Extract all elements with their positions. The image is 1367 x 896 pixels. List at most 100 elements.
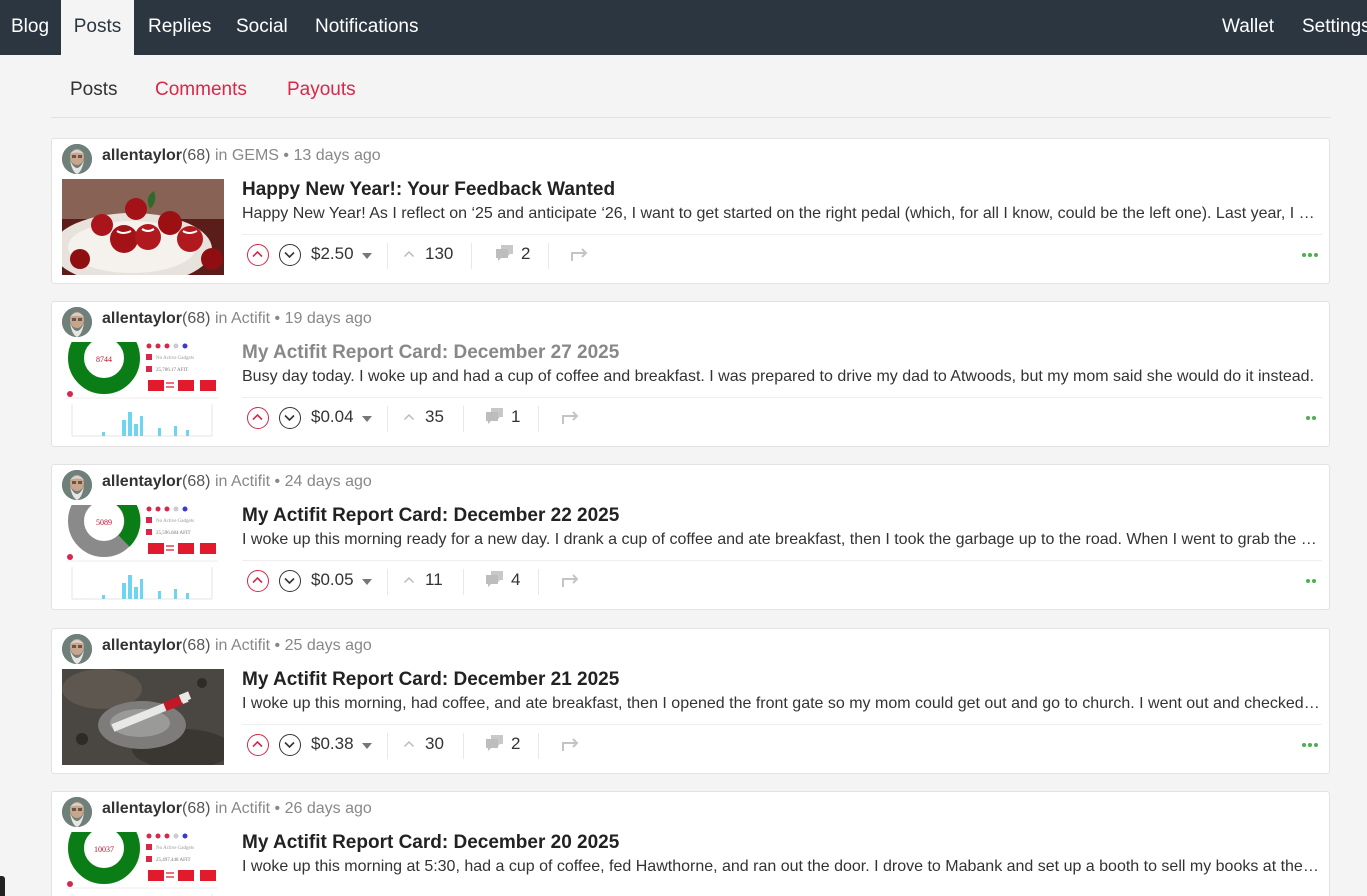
post-excerpt[interactable]: I woke up this morning at 5:30, had a cu… xyxy=(242,858,1322,876)
tab-payouts[interactable]: Payouts xyxy=(287,79,356,101)
votes-icon xyxy=(403,740,415,748)
steps-count: 8744 xyxy=(96,355,112,364)
chevron-down-icon xyxy=(284,251,295,259)
more-options-icon[interactable] xyxy=(1302,251,1322,259)
post-author[interactable]: allentaylor xyxy=(102,800,182,817)
post-excerpt[interactable]: Busy day today. I woke up and had a cup … xyxy=(242,368,1322,386)
nav-social[interactable]: Social xyxy=(236,0,288,55)
payout-dropdown-icon[interactable] xyxy=(362,416,372,422)
post-thumbnail[interactable]: 8744 No Active Gadgets 25,706.17 AFIT xyxy=(62,342,224,438)
payout-value[interactable]: $0.05 xyxy=(311,570,354,590)
post-title[interactable]: My Actifit Report Card: December 20 2025 xyxy=(242,832,619,854)
comments-icon xyxy=(496,245,513,261)
upvote-button[interactable] xyxy=(247,570,269,592)
vote-count[interactable]: 11 xyxy=(403,570,443,590)
post-thumbnail[interactable]: 5089 No Active Gadgets 25,596.684 AFIT xyxy=(62,505,224,601)
bullet-separator: • xyxy=(274,310,281,327)
svg-text:25,497.448 AFIT: 25,497.448 AFIT xyxy=(156,858,191,863)
author-reputation: (68) xyxy=(182,147,211,164)
nav-blog[interactable]: Blog xyxy=(0,0,60,55)
top-navigation: Blog Posts Replies Social Notifications … xyxy=(0,0,1367,55)
payout-value[interactable]: $0.38 xyxy=(311,734,354,754)
more-options-icon[interactable] xyxy=(1302,577,1322,585)
nav-posts[interactable]: Posts xyxy=(61,0,134,55)
comment-count-value: 2 xyxy=(521,244,531,263)
avatar[interactable] xyxy=(62,634,92,664)
more-options-icon[interactable] xyxy=(1302,414,1322,422)
nav-wallet[interactable]: Wallet xyxy=(1222,0,1274,55)
payout-value[interactable]: $0.04 xyxy=(311,407,354,427)
avatar[interactable] xyxy=(62,470,92,500)
post-age[interactable]: 24 days ago xyxy=(285,473,372,490)
post-meta: allentaylor(68) in Actifit • 24 days ago xyxy=(102,473,372,491)
payout-value[interactable]: $2.50 xyxy=(311,244,354,264)
comment-count[interactable]: 2 xyxy=(495,244,530,264)
chevron-down-icon xyxy=(284,414,295,422)
post-community[interactable]: Actifit xyxy=(231,800,270,817)
post-thumbnail[interactable] xyxy=(62,669,224,765)
post-title[interactable]: My Actifit Report Card: December 22 2025 xyxy=(242,505,619,527)
author-reputation: (68) xyxy=(182,310,211,327)
post-community[interactable]: Actifit xyxy=(231,637,270,654)
reblog-button[interactable] xyxy=(570,247,590,268)
vote-count[interactable]: 130 xyxy=(403,244,453,264)
post-author[interactable]: allentaylor xyxy=(102,310,182,327)
reblog-button[interactable] xyxy=(561,737,581,758)
upvote-button[interactable] xyxy=(247,734,269,756)
post-author[interactable]: allentaylor xyxy=(102,473,182,490)
post-card: allentaylor(68) in Actifit • 19 days ago… xyxy=(51,301,1330,447)
more-options-icon[interactable] xyxy=(1302,741,1322,749)
downvote-button[interactable] xyxy=(279,570,301,592)
upvote-button[interactable] xyxy=(247,244,269,266)
reblog-button[interactable] xyxy=(561,410,581,431)
post-title[interactable]: My Actifit Report Card: December 27 2025 xyxy=(242,342,619,364)
payout-dropdown-icon[interactable] xyxy=(362,743,372,749)
post-thumbnail[interactable]: 10037 No Active Gadgets 25,497.448 AFIT xyxy=(62,832,224,896)
in-label: in xyxy=(214,310,228,327)
avatar[interactable] xyxy=(62,797,92,827)
post-age[interactable]: 19 days ago xyxy=(285,310,372,327)
vote-count[interactable]: 35 xyxy=(403,407,444,427)
nav-replies[interactable]: Replies xyxy=(148,0,211,55)
downvote-button[interactable] xyxy=(279,244,301,266)
comment-count[interactable]: 4 xyxy=(485,570,520,590)
post-age[interactable]: 26 days ago xyxy=(285,800,372,817)
post-excerpt[interactable]: I woke up this morning ready for a new d… xyxy=(242,531,1322,549)
post-community[interactable]: Actifit xyxy=(231,310,270,327)
post-author[interactable]: allentaylor xyxy=(102,147,182,164)
chevron-up-icon xyxy=(252,413,263,421)
post-age[interactable]: 25 days ago xyxy=(285,637,372,654)
votes-icon xyxy=(403,250,415,258)
post-excerpt[interactable]: I woke up this morning, had coffee, and … xyxy=(242,695,1322,713)
post-community[interactable]: Actifit xyxy=(231,473,270,490)
post-card: allentaylor(68) in Actifit • 25 days ago… xyxy=(51,628,1330,774)
payout-dropdown-icon[interactable] xyxy=(362,579,372,585)
comment-count[interactable]: 1 xyxy=(485,407,520,427)
post-age[interactable]: 13 days ago xyxy=(293,147,380,164)
post-community[interactable]: GEMS xyxy=(232,147,279,164)
downvote-button[interactable] xyxy=(279,734,301,756)
tab-posts[interactable]: Posts xyxy=(70,79,118,101)
svg-text:25,706.17 AFIT: 25,706.17 AFIT xyxy=(156,368,188,373)
downvote-button[interactable] xyxy=(279,407,301,429)
vote-count[interactable]: 30 xyxy=(403,734,444,754)
comment-count[interactable]: 2 xyxy=(485,734,520,754)
post-title[interactable]: Happy New Year!: Your Feedback Wanted xyxy=(242,179,615,201)
scroll-indicator[interactable] xyxy=(0,876,5,896)
nav-settings[interactable]: Settings xyxy=(1302,0,1367,55)
vote-count-value: 35 xyxy=(425,407,444,426)
post-divider xyxy=(242,560,1322,561)
avatar[interactable] xyxy=(62,144,92,174)
post-thumbnail[interactable] xyxy=(62,179,224,275)
upvote-button[interactable] xyxy=(247,407,269,429)
post-author[interactable]: allentaylor xyxy=(102,637,182,654)
nav-notifications[interactable]: Notifications xyxy=(315,0,419,55)
payout-dropdown-icon[interactable] xyxy=(362,253,372,259)
svg-text:No Active Gadgets: No Active Gadgets xyxy=(156,519,194,524)
reblog-icon xyxy=(562,574,579,587)
reblog-button[interactable] xyxy=(561,573,581,594)
tab-comments[interactable]: Comments xyxy=(155,79,247,101)
avatar[interactable] xyxy=(62,307,92,337)
post-title[interactable]: My Actifit Report Card: December 21 2025 xyxy=(242,669,619,691)
post-excerpt[interactable]: Happy New Year! As I reflect on ‘25 and … xyxy=(242,205,1322,223)
